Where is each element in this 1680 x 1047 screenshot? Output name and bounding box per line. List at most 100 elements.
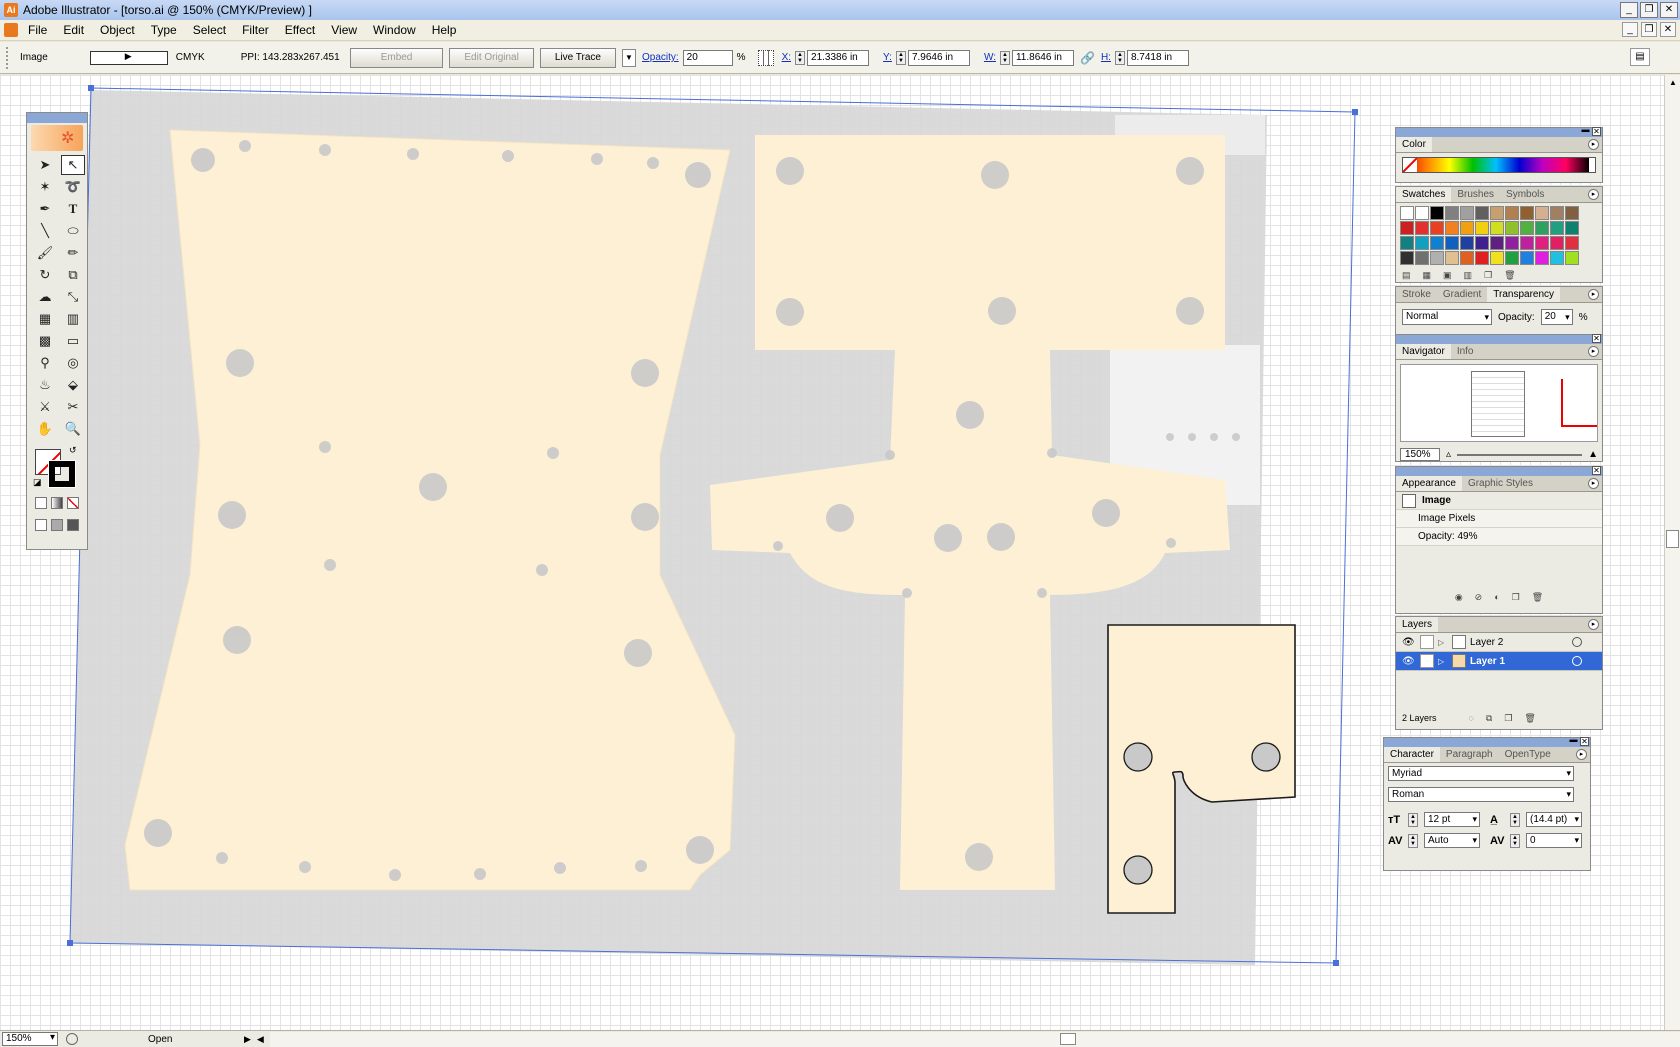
menu-file[interactable]: File: [24, 23, 55, 37]
gradient-mode-icon[interactable]: [51, 497, 63, 509]
y-stepper[interactable]: ▲ ▼: [895, 50, 906, 65]
ellipse-tool-icon[interactable]: ⬭: [61, 221, 85, 241]
lasso-tool-icon[interactable]: ➰: [61, 177, 85, 197]
horizontal-scrollbar[interactable]: [269, 1031, 1680, 1047]
none-mode-icon[interactable]: [67, 497, 79, 509]
appearance-item[interactable]: Opacity: 49%: [1396, 528, 1602, 546]
character-close-icon[interactable]: ✕: [1580, 737, 1589, 746]
tab-symbols[interactable]: Symbols: [1500, 187, 1550, 202]
color-swatch[interactable]: [1565, 251, 1579, 265]
status-menu-icon[interactable]: ▶: [244, 1034, 251, 1045]
color-swatch[interactable]: [1445, 206, 1459, 220]
appearance-close-icon[interactable]: ✕: [1592, 466, 1601, 475]
image-preview-swatch[interactable]: [89, 50, 168, 65]
color-swatch[interactable]: [1430, 251, 1444, 265]
color-swatch[interactable]: [1475, 236, 1489, 250]
kerning-field[interactable]: Auto: [1424, 833, 1480, 848]
expand-layer-icon[interactable]: ▷: [1438, 657, 1448, 666]
color-swatch[interactable]: [1505, 236, 1519, 250]
w-field[interactable]: 11.8646 in: [1011, 49, 1074, 66]
color-swatch[interactable]: [1535, 221, 1549, 235]
color-swatch[interactable]: [1460, 251, 1474, 265]
none-swatch-icon[interactable]: [1403, 158, 1417, 172]
tab-color[interactable]: Color: [1396, 137, 1432, 152]
y-field[interactable]: 7.9646 in: [907, 49, 970, 66]
font-style-dropdown[interactable]: Roman: [1388, 787, 1574, 802]
minimize-button[interactable]: _: [1620, 2, 1638, 18]
layers-menu-icon[interactable]: ▸: [1588, 619, 1599, 630]
color-swatch[interactable]: [1490, 206, 1504, 220]
navigator-view-box[interactable]: [1561, 379, 1597, 427]
doc-restore-button[interactable]: ❐: [1641, 22, 1657, 37]
character-menu-icon[interactable]: ▸: [1576, 749, 1587, 760]
color-swatch[interactable]: [1445, 236, 1459, 250]
color-swatch[interactable]: [1535, 251, 1549, 265]
tab-character[interactable]: Character: [1384, 747, 1440, 762]
color-swatch[interactable]: [1550, 236, 1564, 250]
stroke-swatch[interactable]: [48, 460, 76, 488]
full-screen-mode-icon[interactable]: [67, 519, 79, 531]
hand-tool-icon[interactable]: ✋: [33, 419, 57, 439]
font-size-stepper[interactable]: ▲ ▼: [1408, 812, 1418, 827]
tracing-presets-dropdown[interactable]: ▼: [621, 48, 636, 67]
layer-row-1[interactable]: 👁 ▷ Layer 1: [1396, 652, 1602, 671]
eyedropper-tool-icon[interactable]: ⚲: [33, 353, 57, 373]
tab-gradient[interactable]: Gradient: [1437, 287, 1487, 302]
horizontal-scroll-thumb[interactable]: [1059, 1032, 1076, 1045]
x-field[interactable]: 21.3386 in: [807, 49, 870, 66]
color-swatch[interactable]: [1415, 251, 1429, 265]
visibility-eye-icon[interactable]: 👁: [1402, 656, 1416, 667]
menu-view[interactable]: View: [323, 23, 365, 37]
color-swatch[interactable]: [1400, 221, 1414, 235]
x-stepper[interactable]: ▲ ▼: [795, 50, 806, 65]
leading-stepper[interactable]: ▲ ▼: [1510, 812, 1520, 827]
w-link[interactable]: W:: [984, 52, 996, 63]
column-graph-tool-icon[interactable]: ▥: [61, 309, 85, 329]
color-swatch[interactable]: [1520, 221, 1534, 235]
color-panel-menu-icon[interactable]: ▸: [1588, 139, 1599, 150]
layer-target-icon[interactable]: [1572, 656, 1582, 666]
font-size-field[interactable]: 12 pt: [1424, 812, 1480, 827]
magic-wand-tool-icon[interactable]: ✶: [33, 177, 57, 197]
live-trace-button[interactable]: Live Trace: [539, 47, 616, 68]
scroll-up-icon[interactable]: ▲: [1665, 75, 1680, 91]
palette-menu-icon[interactable]: ▤: [1630, 48, 1650, 66]
menu-filter[interactable]: Filter: [234, 23, 277, 37]
tab-opentype[interactable]: OpenType: [1499, 747, 1557, 762]
color-swatch[interactable]: [1520, 236, 1534, 250]
full-screen-menu-mode-icon[interactable]: [51, 519, 63, 531]
color-swatch[interactable]: [1475, 251, 1489, 265]
delete-layer-icon[interactable]: 🗑: [1524, 713, 1535, 724]
delete-swatch-icon[interactable]: 🗑: [1504, 270, 1515, 281]
color-panel-close-icon[interactable]: ✕: [1592, 127, 1601, 136]
navigator-zoom-field[interactable]: 150%: [1400, 448, 1440, 461]
zoom-tool-icon[interactable]: 🔍: [61, 419, 85, 439]
free-transform-tool-icon[interactable]: ⤡: [61, 287, 85, 307]
doc-minimize-button[interactable]: _: [1622, 22, 1638, 37]
menu-type[interactable]: Type: [143, 23, 185, 37]
kerning-stepper[interactable]: ▲ ▼: [1408, 833, 1418, 848]
rotate-tool-icon[interactable]: ↻: [33, 265, 57, 285]
visibility-eye-icon[interactable]: 👁: [1402, 637, 1416, 648]
reduce-basic-appearance-icon[interactable]: ◐: [1494, 592, 1499, 602]
navigator-preview[interactable]: [1400, 364, 1598, 442]
color-swatch[interactable]: [1505, 221, 1519, 235]
color-swatch[interactable]: [1490, 236, 1504, 250]
scroll-left-icon[interactable]: ◀: [257, 1034, 264, 1045]
color-swatch[interactable]: [1550, 251, 1564, 265]
color-swatch[interactable]: [1505, 206, 1519, 220]
color-swatch[interactable]: [1400, 251, 1414, 265]
color-swatch[interactable]: [1445, 221, 1459, 235]
tracking-field[interactable]: 0: [1526, 833, 1582, 848]
appearance-menu-icon[interactable]: ▸: [1588, 478, 1599, 489]
scissors-tool-icon[interactable]: ✂: [61, 397, 85, 417]
scale-tool-icon[interactable]: ⧉: [61, 265, 85, 285]
y-link[interactable]: Y:: [883, 52, 892, 63]
tab-swatches[interactable]: Swatches: [1396, 187, 1452, 202]
layer-row-2[interactable]: 👁 ▷ Layer 2: [1396, 633, 1602, 652]
standard-screen-mode-icon[interactable]: [35, 519, 47, 531]
color-swatch[interactable]: [1550, 221, 1564, 235]
blend-tool-icon[interactable]: ◎: [61, 353, 85, 373]
color-swatch[interactable]: [1565, 236, 1579, 250]
menu-effect[interactable]: Effect: [277, 23, 323, 37]
